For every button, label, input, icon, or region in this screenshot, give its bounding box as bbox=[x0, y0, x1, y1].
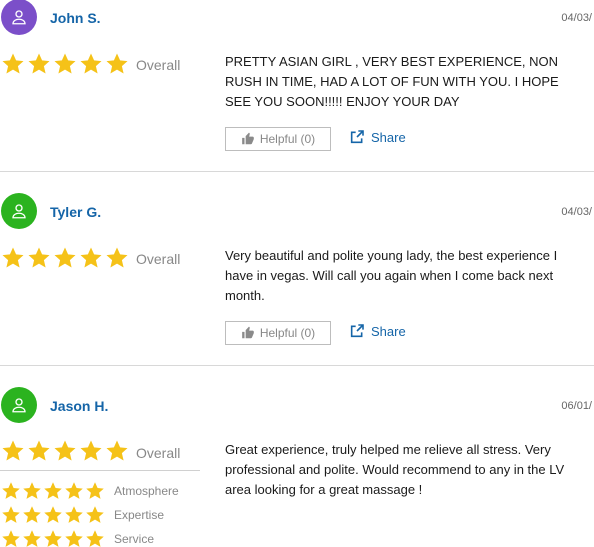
review-card: John S. 04/03/ Overall PRETTY ASIAN GIRL… bbox=[0, 0, 594, 172]
star-icon bbox=[44, 530, 62, 547]
helpful-label: Helpful (0) bbox=[259, 132, 316, 146]
sub-ratings-divider bbox=[0, 470, 200, 471]
avatar bbox=[1, 0, 37, 35]
helpful-label: Helpful (0) bbox=[259, 326, 316, 340]
star-icon bbox=[106, 53, 128, 74]
star-icon bbox=[86, 482, 104, 499]
star-icon bbox=[80, 53, 102, 74]
star-icon bbox=[2, 506, 20, 523]
star-icon bbox=[80, 440, 102, 461]
helpful-button[interactable]: Helpful (0) bbox=[225, 127, 331, 151]
avatar bbox=[1, 193, 37, 229]
star-icon bbox=[2, 482, 20, 499]
share-external-icon bbox=[350, 130, 364, 144]
overall-rating-stars bbox=[1, 439, 129, 463]
review-text-line: PRETTY ASIAN GIRL , VERY BEST EXPERIENCE… bbox=[225, 54, 559, 69]
overall-label: Overall bbox=[136, 251, 181, 267]
share-label: Share bbox=[371, 323, 406, 339]
review-text-line: have in vegas. Will call you again when … bbox=[225, 268, 554, 283]
user-outline-icon bbox=[12, 10, 26, 25]
star-icon bbox=[2, 440, 24, 461]
thumbs-up-icon bbox=[241, 132, 254, 145]
star-icon bbox=[44, 506, 62, 523]
reviewer-name[interactable]: Jason H. bbox=[50, 398, 108, 414]
sub-rating-label: Expertise bbox=[114, 508, 165, 522]
star-icon bbox=[28, 53, 50, 74]
review-text-line: area looking for a great massage ! bbox=[225, 482, 423, 497]
review-text: PRETTY ASIAN GIRL , VERY BEST EXPERIENCE… bbox=[225, 52, 594, 112]
sub-rating-stars bbox=[1, 505, 105, 525]
thumbs-up-icon bbox=[241, 326, 254, 339]
review-date: 04/03/ bbox=[561, 12, 592, 24]
reviewer-name[interactable]: John S. bbox=[50, 10, 101, 26]
sub-rating-row: Atmosphere bbox=[1, 481, 179, 501]
review-card: Tyler G. 04/03/ Overall Very beautiful a… bbox=[0, 172, 594, 366]
review-text: Great experience, truly helped me reliev… bbox=[225, 440, 594, 500]
star-icon bbox=[65, 506, 83, 523]
star-icon bbox=[65, 482, 83, 499]
user-outline-icon bbox=[12, 204, 26, 219]
review-text: Very beautiful and polite young lady, th… bbox=[225, 246, 594, 306]
review-text-line: SEE YOU SOON!!!!! ENJOY YOUR DAY bbox=[225, 94, 460, 109]
overall-label: Overall bbox=[136, 445, 181, 461]
star-icon bbox=[44, 482, 62, 499]
star-icon bbox=[23, 530, 41, 547]
star-icon bbox=[54, 247, 76, 268]
sub-rating-row: Expertise bbox=[1, 505, 164, 525]
overall-rating-stars bbox=[1, 52, 129, 76]
share-button[interactable]: Share bbox=[349, 129, 406, 145]
star-icon bbox=[2, 247, 24, 268]
share-external-icon bbox=[350, 324, 364, 338]
star-icon bbox=[86, 506, 104, 523]
star-icon bbox=[23, 482, 41, 499]
star-icon bbox=[2, 530, 20, 547]
sub-rating-row: Service bbox=[1, 529, 154, 547]
star-icon bbox=[86, 530, 104, 547]
star-icon bbox=[106, 247, 128, 268]
star-icon bbox=[28, 247, 50, 268]
review-text-line: Great experience, truly helped me reliev… bbox=[225, 442, 551, 457]
sub-rating-label: Atmosphere bbox=[114, 484, 179, 498]
sub-rating-stars bbox=[1, 529, 105, 547]
share-button[interactable]: Share bbox=[349, 323, 406, 339]
star-icon bbox=[54, 53, 76, 74]
review-text-line: professional and polite. Would recommend… bbox=[225, 462, 565, 477]
avatar bbox=[1, 387, 37, 423]
review-card: Jason H. 06/01/ Overall Great experience… bbox=[0, 366, 594, 547]
review-text-line: month. bbox=[225, 288, 265, 303]
sub-rating-stars bbox=[1, 481, 105, 501]
star-icon bbox=[65, 530, 83, 547]
user-outline-icon bbox=[12, 398, 26, 413]
star-icon bbox=[106, 440, 128, 461]
review-text-line: RUSH IN TIME, HAD A LOT OF FUN WITH YOU.… bbox=[225, 74, 559, 89]
helpful-button[interactable]: Helpful (0) bbox=[225, 321, 331, 345]
star-icon bbox=[23, 506, 41, 523]
reviewer-name[interactable]: Tyler G. bbox=[50, 204, 101, 220]
star-icon bbox=[54, 440, 76, 461]
star-icon bbox=[80, 247, 102, 268]
overall-label: Overall bbox=[136, 57, 181, 73]
star-icon bbox=[2, 53, 24, 74]
review-date: 04/03/ bbox=[561, 206, 592, 218]
overall-rating-stars bbox=[1, 246, 129, 270]
star-icon bbox=[28, 440, 50, 461]
review-date: 06/01/ bbox=[561, 400, 592, 412]
review-text-line: Very beautiful and polite young lady, th… bbox=[225, 248, 558, 263]
sub-rating-label: Service bbox=[114, 532, 155, 546]
share-label: Share bbox=[371, 129, 406, 145]
